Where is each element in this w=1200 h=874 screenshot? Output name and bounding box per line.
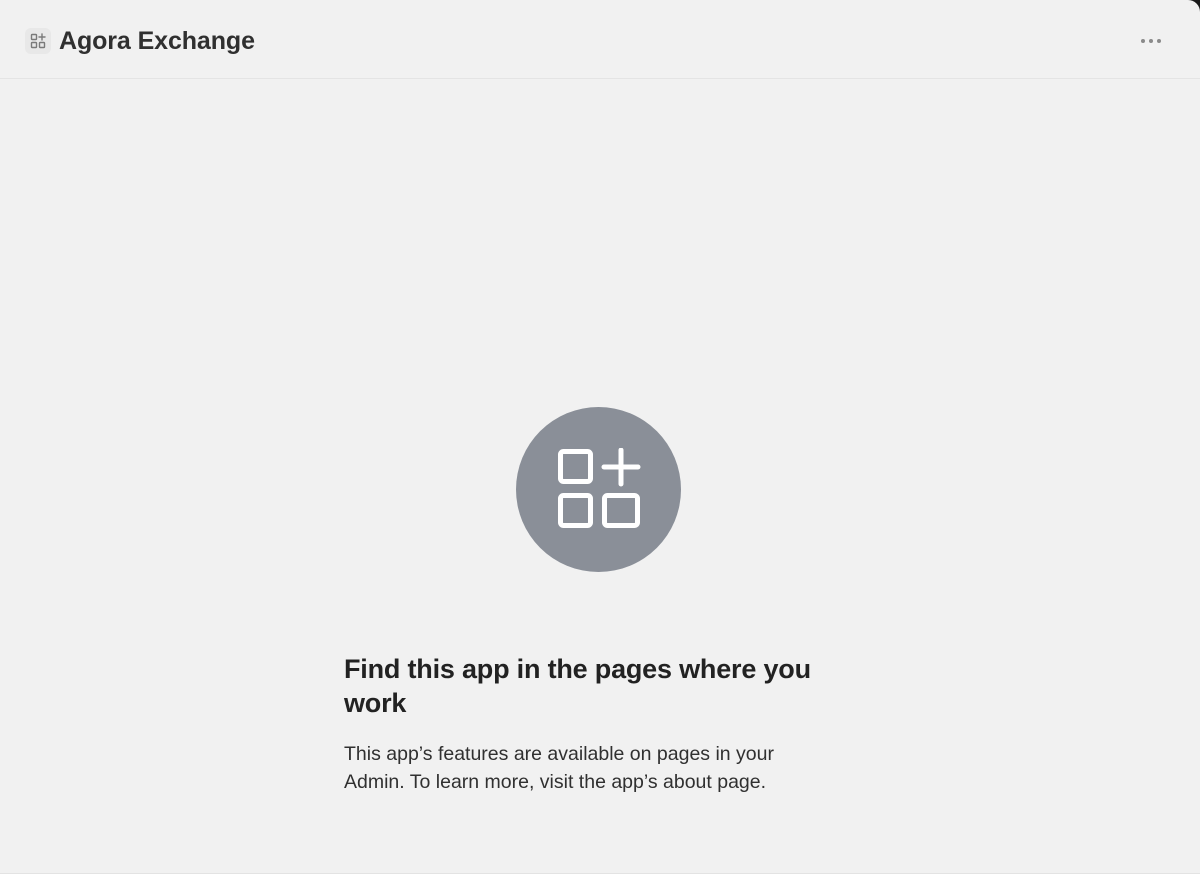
empty-state-heading: Find this app in the pages where you wor… bbox=[344, 654, 811, 718]
apps-plus-icon bbox=[25, 28, 51, 54]
apps-plus-icon bbox=[557, 447, 640, 528]
app-header: Agora Exchange bbox=[0, 0, 1200, 79]
empty-state-description: This app’s features are available on pag… bbox=[344, 743, 774, 793]
more-dot bbox=[1149, 39, 1153, 43]
more-dot bbox=[1157, 39, 1161, 43]
more-horizontal-icon bbox=[1141, 39, 1145, 43]
app-title: Agora Exchange bbox=[59, 27, 255, 55]
empty-state-illustration bbox=[516, 407, 681, 572]
app-window: Agora Exchange Find this app in the page… bbox=[0, 0, 1200, 874]
more-actions-button[interactable] bbox=[1134, 28, 1168, 54]
